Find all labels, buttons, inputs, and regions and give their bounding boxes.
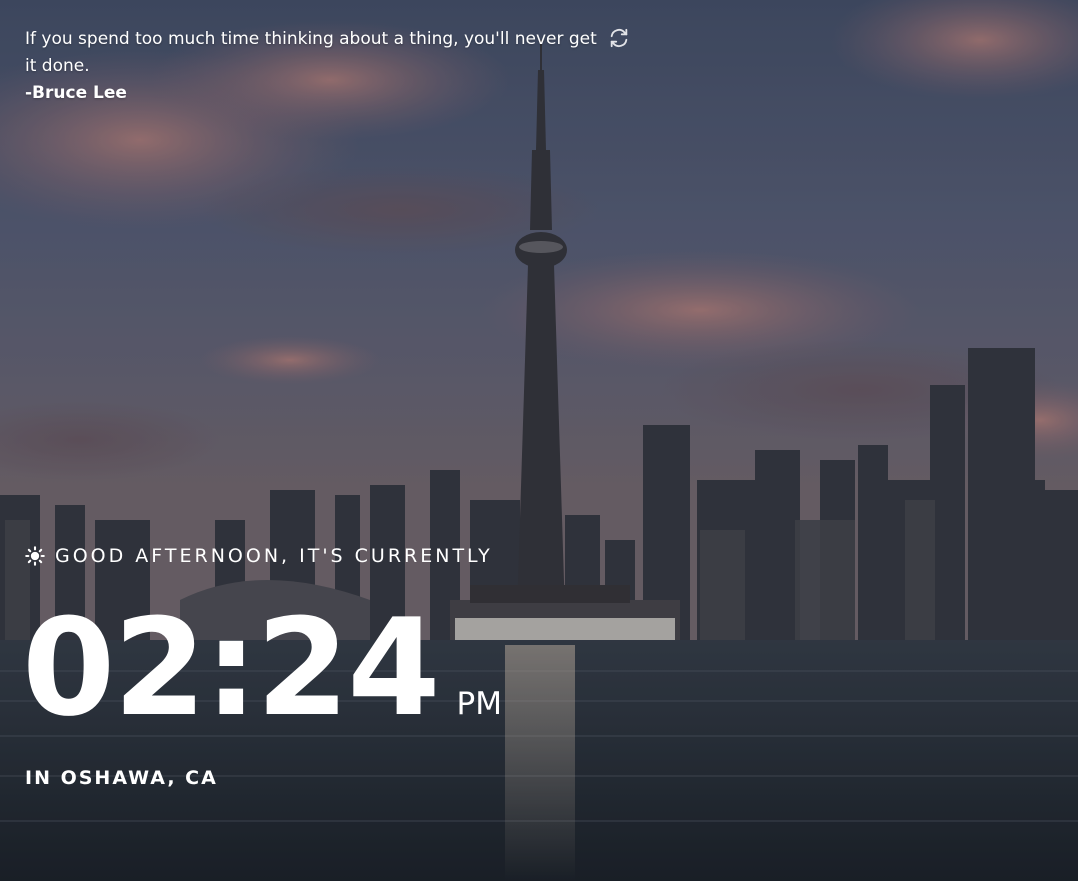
clock-meridiem: PM	[456, 686, 502, 722]
greeting-text: GOOD AFTERNOON, IT'S CURRENTLY	[55, 545, 493, 567]
clock: 02:24 PM	[22, 598, 502, 738]
greeting: GOOD AFTERNOON, IT'S CURRENTLY	[25, 545, 493, 567]
clock-time: 02:24	[22, 590, 441, 746]
quote-author: -Bruce Lee	[25, 83, 127, 103]
location-text: IN OSHAWA, CA	[25, 767, 218, 789]
quote-block: If you spend too much time thinking abou…	[25, 26, 635, 107]
refresh-icon[interactable]	[608, 27, 630, 49]
quote-text: If you spend too much time thinking abou…	[25, 29, 597, 76]
sun-icon	[25, 546, 45, 566]
background-dim-overlay	[0, 0, 1078, 881]
